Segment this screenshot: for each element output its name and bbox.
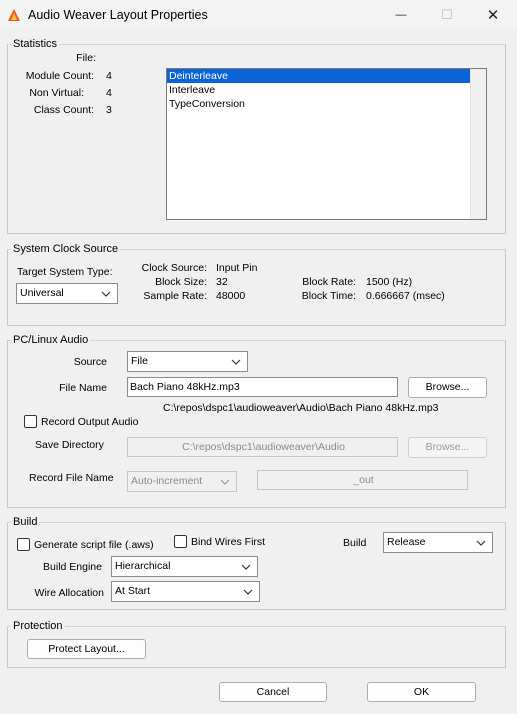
cancel-button[interactable]: Cancel xyxy=(219,682,327,702)
audio-title: PC/Linux Audio xyxy=(11,334,91,346)
block-size-value: 32 xyxy=(216,276,228,288)
record-file-name-label: Record File Name xyxy=(29,472,114,484)
block-time-label: Block Time: xyxy=(301,290,356,302)
protect-layout-button[interactable]: Protect Layout... xyxy=(27,639,146,659)
ok-button[interactable]: OK xyxy=(367,682,476,702)
app-icon xyxy=(8,9,20,21)
class-list-item[interactable]: Deinterleave xyxy=(167,69,470,83)
target-type-select[interactable]: Universal xyxy=(16,283,118,304)
source-value: File xyxy=(131,355,148,367)
record-file-mode-value: Auto-increment xyxy=(131,475,203,487)
minimize-icon: — xyxy=(395,9,407,21)
sample-rate-value: 48000 xyxy=(216,290,246,302)
class-list[interactable]: Deinterleave Interleave TypeConversion xyxy=(166,68,487,220)
class-list-item[interactable]: Interleave xyxy=(167,83,470,97)
record-output-checkbox[interactable] xyxy=(24,415,37,428)
source-select[interactable]: File xyxy=(127,351,248,372)
wire-allocation-label: Wire Allocation xyxy=(34,587,104,599)
browse-file-button[interactable]: Browse... xyxy=(408,377,487,398)
window-title: Audio Weaver Layout Properties xyxy=(28,8,208,22)
save-directory-label: Save Directory xyxy=(35,439,104,451)
wire-allocation-select[interactable]: At Start xyxy=(111,581,260,602)
file-name-field[interactable]: Bach Piano 48kHz.mp3 xyxy=(127,377,398,397)
generate-script-label: Generate script file (.aws) xyxy=(34,539,154,551)
module-count-label: Module Count: xyxy=(25,70,94,82)
build-config-value: Release xyxy=(387,536,426,548)
wire-allocation-value: At Start xyxy=(115,585,151,597)
record-output-label: Record Output Audio xyxy=(41,416,139,428)
title-bar: Audio Weaver Layout Properties — ☐ ✕ xyxy=(0,0,517,30)
maximize-button[interactable]: ☐ xyxy=(424,0,470,30)
class-count-value: 3 xyxy=(106,104,112,116)
block-time-value: 0.666667 (msec) xyxy=(366,290,445,302)
non-virtual-value: 4 xyxy=(106,87,112,99)
record-suffix-field[interactable]: _out xyxy=(257,470,468,490)
module-count-value: 4 xyxy=(106,70,112,82)
chevron-down-icon xyxy=(229,354,243,369)
protection-title: Protection xyxy=(11,620,65,632)
browse-directory-button[interactable]: Browse... xyxy=(408,437,487,458)
minimize-button[interactable]: — xyxy=(378,0,424,30)
file-label: File: xyxy=(76,52,96,64)
build-config-select[interactable]: Release xyxy=(383,532,493,553)
maximize-icon: ☐ xyxy=(441,7,453,22)
statistics-title: Statistics xyxy=(11,38,60,50)
source-label: Source xyxy=(73,356,107,368)
target-type-label: Target System Type: xyxy=(17,266,113,278)
block-size-label: Block Size: xyxy=(155,276,207,288)
build-engine-label: Build Engine xyxy=(43,561,102,573)
save-directory-field[interactable]: C:\repos\dspc1\audioweaver\Audio xyxy=(127,437,398,457)
target-type-value: Universal xyxy=(20,287,64,299)
sample-rate-label: Sample Rate: xyxy=(143,290,207,302)
block-rate-label: Block Rate: xyxy=(302,276,356,288)
non-virtual-label: Non Virtual: xyxy=(29,87,84,99)
chevron-down-icon xyxy=(239,559,253,574)
build-engine-select[interactable]: Hierarchical xyxy=(111,556,258,577)
record-file-mode-select[interactable]: Auto-increment xyxy=(127,471,237,492)
block-rate-value: 1500 (Hz) xyxy=(366,276,413,288)
close-button[interactable]: ✕ xyxy=(470,0,516,30)
file-path-text: C:\repos\dspc1\audioweaver\Audio\Bach Pi… xyxy=(163,402,439,414)
chevron-down-icon xyxy=(218,474,232,489)
close-icon: ✕ xyxy=(486,7,500,24)
clock-source-label: Clock Source: xyxy=(141,262,207,274)
file-name-label: File Name xyxy=(59,382,107,394)
build-engine-value: Hierarchical xyxy=(115,560,171,572)
generate-script-checkbox[interactable] xyxy=(17,538,30,551)
chevron-down-icon xyxy=(474,535,488,550)
class-list-item[interactable]: TypeConversion xyxy=(167,97,470,111)
chevron-down-icon xyxy=(241,584,255,599)
bind-wires-label: Bind Wires First xyxy=(191,536,266,548)
chevron-down-icon xyxy=(99,286,113,301)
clock-title: System Clock Source xyxy=(11,243,121,255)
build-config-label: Build xyxy=(343,537,367,549)
build-title: Build xyxy=(11,516,40,528)
class-list-scrollbar[interactable] xyxy=(470,69,486,219)
class-count-label: Class Count: xyxy=(33,104,94,116)
clock-source-value: Input Pin xyxy=(216,262,258,274)
bind-wires-checkbox[interactable] xyxy=(174,535,187,548)
